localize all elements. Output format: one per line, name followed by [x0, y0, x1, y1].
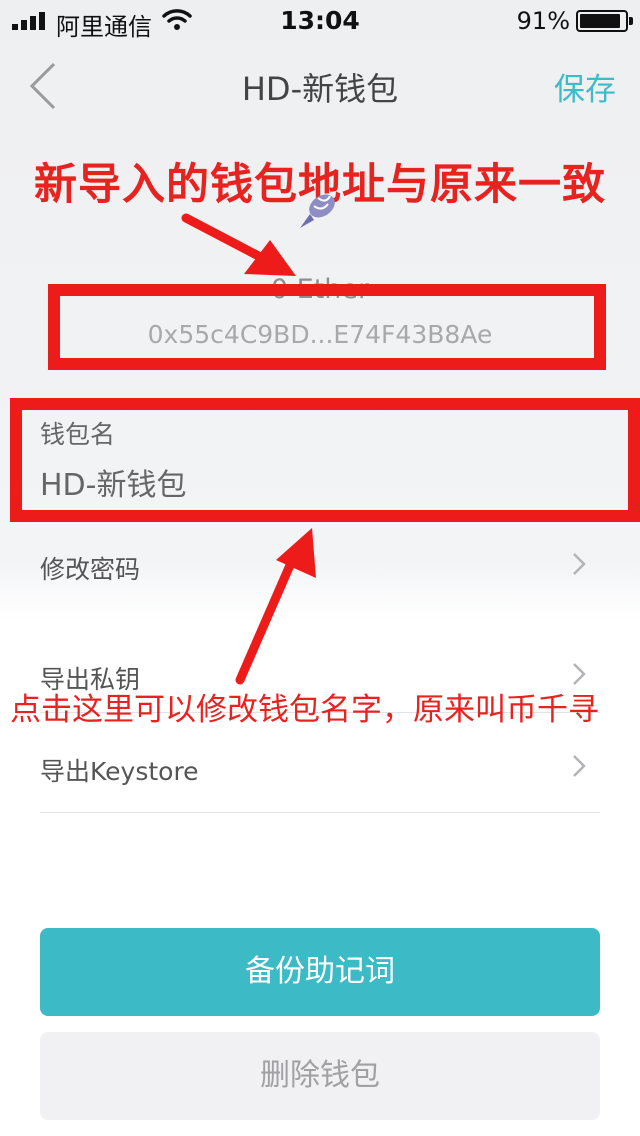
battery-percent: 91% — [516, 7, 570, 35]
annotation-bottom-text: 点击这里可以修改钱包名字，原来叫币千寻 — [10, 692, 599, 728]
battery-icon — [576, 10, 628, 32]
shell-icon — [296, 186, 342, 232]
list-item-label: 修改密码 — [40, 555, 141, 584]
battery-level — [580, 14, 620, 28]
battery-tip — [629, 17, 633, 25]
divider — [40, 812, 600, 813]
chevron-right-icon — [573, 755, 586, 777]
annotation-arrow-top — [181, 213, 296, 276]
delete-wallet-button[interactable]: 删除钱包 — [40, 1032, 600, 1120]
list-item-export-keystore[interactable]: 导出Keystore — [40, 736, 600, 796]
list-item-label: 导出Keystore — [40, 757, 199, 786]
list-item-change-password[interactable]: 修改密码 — [40, 534, 600, 594]
save-button[interactable]: 保存 — [554, 64, 616, 109]
page-title: HD-新钱包 — [241, 70, 399, 108]
annotation-frame-address — [48, 284, 606, 370]
status-bar: 阿里通信 13:04 91% — [0, 0, 640, 41]
chevron-right-icon — [573, 663, 586, 685]
chevron-right-icon — [573, 553, 586, 575]
annotation-frame-name — [10, 398, 640, 522]
backup-mnemonic-button[interactable]: 备份助记词 — [40, 928, 600, 1016]
